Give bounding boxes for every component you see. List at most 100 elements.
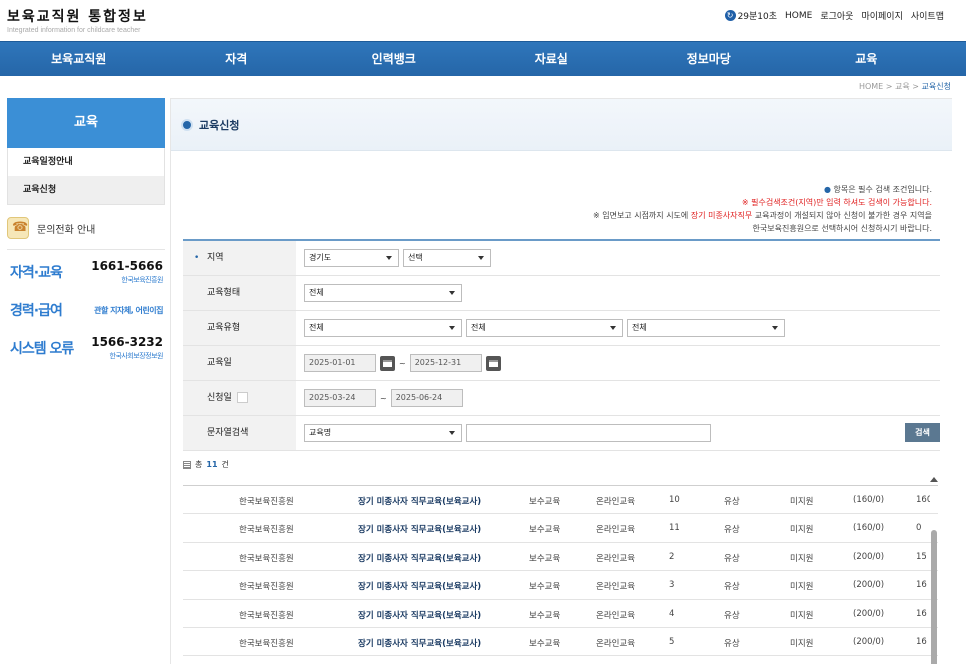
util-link-mypage[interactable]: 마이페이지 [861,9,902,22]
sidebar-item-schedule[interactable]: 교육일정안내 [8,148,164,176]
form-row-edu-date: 교육일 2025-01-01 ~ 2025-12-31 [183,346,940,381]
nav-item-jobbank[interactable]: 인력뱅크 [315,42,473,76]
contact-career: 경력·급여 관할 지자체, 어린이집 [7,292,165,326]
scroll-up-icon[interactable] [930,477,938,482]
region-select[interactable]: 경기도 [304,249,399,267]
course-link[interactable]: 장기 미종사자 직무교육(보육교사) [358,495,481,507]
search-button[interactable]: 검색 [905,423,940,442]
text-search-field-select[interactable]: 교육명 [304,424,462,442]
note-line-3: ※ 임면보고 시점까지 시도에 장기 미종사자직무 교육과정이 개설되지 않아 … [592,211,932,220]
note-line-1: ● 항목은 필수 검색 조건입니다. [823,185,932,194]
text-search-input[interactable] [466,424,711,442]
edu-form-label: 교육형태 [183,276,296,310]
contact-title: 문의전화 안내 [37,224,96,236]
breadcrumb-home[interactable]: HOME [859,82,883,91]
edu-type-select-3[interactable]: 전체 [627,319,785,337]
edu-date-from-input[interactable]: 2025-01-01 [304,354,376,372]
contact-label: 시스템 오류 [10,341,74,357]
table-row[interactable]: 한국보육진흥원 장기 미종사자 직무교육(보육교사) 보수교육 온라인교육 5 유상 미지원… [183,628,938,657]
course-link[interactable]: 장기 미종사자 직무교육(보육교사) [358,637,481,649]
utility-nav: ↻ 29분10초 HOME 로그아웃 마이페이지 사이트맵 [724,9,944,22]
apply-date-from-input[interactable]: 2025-03-24 [304,389,376,407]
list-icon [183,460,191,469]
course-link[interactable]: 장기 미종사자 직무교육(보육교사) [358,523,481,535]
contact-note: 관할 지자체, 어린이집 [94,306,163,315]
contact-header: 문의전화 안내 [7,217,165,250]
form-row-region: 지역 경기도 선택 [183,241,940,276]
edu-type-label: 교육유형 [183,311,296,345]
breadcrumb: HOME > 교육 > 교육신청 [859,81,951,92]
table-scrollbar[interactable] [928,477,940,664]
contact-number: 1566-3232 [91,335,163,349]
page-header: 교육신청 [171,99,952,151]
table-row[interactable]: 한국보육진흥원 장기 미종사자 직무교육(보육교사) 보수교육 온라인교육 10 유상 미지… [183,486,938,515]
contact-label: 경력·급여 [10,303,63,319]
course-link[interactable]: 장기 미종사자 직무교육(보육교사) [358,580,481,592]
nav-item-staff[interactable]: 보육교직원 [0,42,158,76]
breadcrumb-level1[interactable]: 교육 [895,82,910,91]
sidebar-item-apply[interactable]: 교육신청 [8,176,164,204]
site-logo[interactable]: 보육교직원 통합정보 Integrated information for ch… [7,6,148,34]
table-row[interactable]: 한국보육진흥원 장기 미종사자 직무교육(보육교사) 보수교육 온라인교육 2 유상 미지원… [183,543,938,572]
contact-qualification: 자격·교육 1661-5666 한국보육진흥원 [7,254,165,288]
phone-book-icon [7,217,29,239]
edu-type-select-2[interactable]: 전체 [466,319,623,337]
apply-date-checkbox[interactable] [237,392,248,403]
result-table: 한국보육진흥원 장기 미종사자 직무교육(보육교사) 보수교육 온라인교육 10 유상 미지… [183,485,938,657]
breadcrumb-sep: > [885,82,893,91]
course-link[interactable]: 장기 미종사자 직무교육(보육교사) [358,552,481,564]
form-row-apply-date: 신청일 2025-03-24 ~ 2025-06-24 [183,381,940,416]
main-content: 교육신청 ● 항목은 필수 검색 조건입니다. ※ 필수검색조건(지역)만 입력… [170,98,952,664]
table-row[interactable]: 한국보육진흥원 장기 미종사자 직무교육(보육교사) 보수교육 온라인교육 4 유상 미지원… [183,600,938,628]
edu-form-select[interactable]: 전체 [304,284,462,302]
contact-label: 자격·교육 [10,265,63,281]
calendar-icon[interactable] [485,355,501,371]
scrollbar-thumb[interactable] [931,530,937,664]
table-row[interactable]: 한국보육진흥원 장기 미종사자 직무교육(보육교사) 보수교육 온라인교육 11 유상 미지… [183,514,938,543]
edu-type-select-1[interactable]: 전체 [304,319,462,337]
contact-system: 시스템 오류 1566-3232 한국사회보장정보원 [7,330,165,364]
nav-item-education[interactable]: 교육 [788,42,946,76]
form-row-text-search: 문자열검색 교육명 검색 [183,416,940,451]
main-nav: 보육교직원 자격 인력뱅크 자료실 정보마당 교육 [0,41,966,76]
breadcrumb-current: 교육신청 [921,82,951,91]
session-timer[interactable]: ↻ 29분10초 [724,9,778,22]
nav-item-info[interactable]: 정보마당 [630,42,788,76]
text-search-label: 문자열검색 [183,416,296,450]
apply-date-label: 신청일 [183,381,296,415]
refresh-icon[interactable]: ↻ [724,10,736,21]
sidebar-menu: 교육일정안내 교육신청 [7,148,165,205]
range-tilde: ~ [380,393,387,403]
sidebar-title: 교육 [7,98,165,148]
nav-item-qualification[interactable]: 자격 [158,42,316,76]
contact-number: 1661-5666 [91,259,163,273]
range-tilde: ~ [399,358,406,368]
util-link-logout[interactable]: 로그아웃 [820,9,853,22]
form-row-edu-type: 교육유형 전체 전체 전체 [183,311,940,346]
edu-date-to-input[interactable]: 2025-12-31 [409,354,482,372]
sidebar: 교육 교육일정안내 교육신청 문의전화 안내 자격·교육 1661-5666 한… [7,98,165,364]
calendar-icon[interactable] [380,355,395,371]
edu-date-label: 교육일 [183,346,296,380]
table-row[interactable]: 한국보육진흥원 장기 미종사자 직무교육(보육교사) 보수교육 온라인교육 3 유상 미지원… [183,571,938,600]
nav-item-resources[interactable]: 자료실 [473,42,631,76]
util-link-sitemap[interactable]: 사이트맵 [911,9,944,22]
form-row-edu-form: 교육형태 전체 [183,276,940,311]
note-line-4: 한국보육진흥원으로 선택하시어 신청하시기 바랍니다. [752,224,932,233]
contact-org: 한국보육진흥원 [121,276,163,284]
logo-title: 보육교직원 통합정보 [7,9,148,25]
result-count: 총 11 건 [183,459,229,470]
timer-text: 29분10초 [737,12,778,22]
search-notes: ● 항목은 필수 검색 조건입니다. ※ 필수검색조건(지역)만 입력 하셔도 … [593,183,932,235]
apply-date-to-input[interactable]: 2025-06-24 [390,389,463,407]
util-link-home[interactable]: HOME [785,11,812,21]
breadcrumb-sep: > [912,82,919,91]
result-count-number: 11 [206,460,218,469]
logo-subtitle: Integrated information for childcare tea… [7,27,141,34]
contact-org: 한국사회보장정보원 [109,352,164,360]
note-line-2: ※ 필수검색조건(지역)만 입력 하셔도 검색이 가능합니다. [741,198,932,207]
title-bullet-icon [181,118,193,131]
course-link[interactable]: 장기 미종사자 직무교육(보육교사) [358,609,481,621]
region-sub-select[interactable]: 선택 [403,249,491,267]
header: 보육교직원 통합정보 Integrated information for ch… [0,0,966,41]
